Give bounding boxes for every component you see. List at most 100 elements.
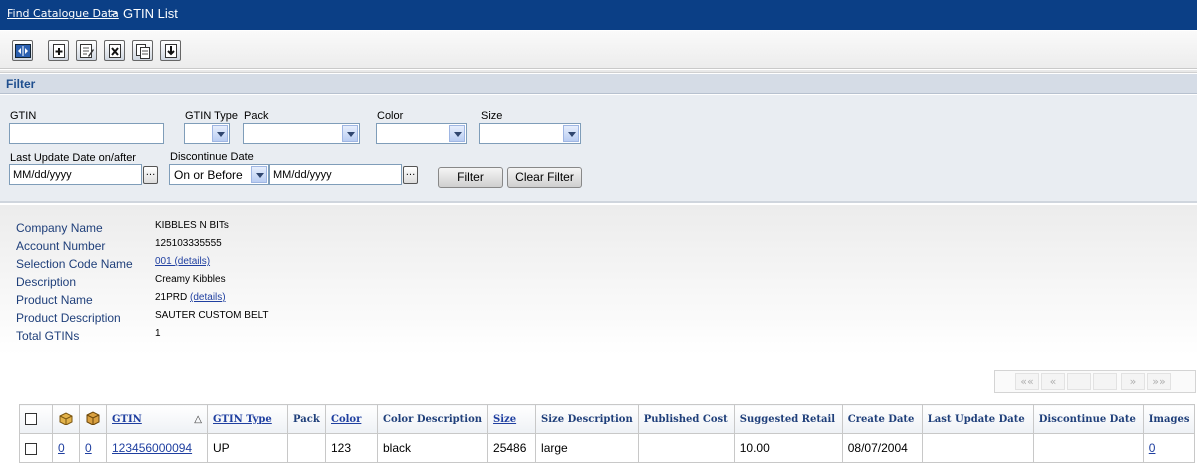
- color-cell: 123: [325, 433, 378, 463]
- edit-icon: [80, 44, 94, 58]
- create-date-cell: 08/07/2004: [841, 433, 923, 463]
- total-gtins-label: Total GTINs: [16, 329, 80, 343]
- selection-code-link[interactable]: 001 (details): [155, 256, 210, 267]
- pack-select[interactable]: [243, 123, 360, 144]
- export-icon: [165, 44, 177, 58]
- product-details-link[interactable]: (details): [190, 292, 226, 303]
- size-select[interactable]: [479, 123, 581, 144]
- chevron-down-icon: [251, 166, 267, 183]
- first-page-button[interactable]: ««: [1015, 373, 1039, 390]
- gtin-input[interactable]: [9, 123, 164, 144]
- packages-icon: [59, 411, 73, 426]
- breadcrumb-find-catalogue-link[interactable]: Find Catalogue Data: [7, 7, 119, 20]
- last-update-date-input[interactable]: [9, 164, 142, 185]
- package-icon: [86, 410, 100, 426]
- color-label: Color: [377, 110, 404, 122]
- sort-asc-icon: △: [194, 413, 202, 425]
- gtin-type-column-header[interactable]: GTIN Type: [213, 414, 272, 425]
- product-description-label: Product Description: [16, 311, 121, 325]
- last-update-date-cell: [921, 433, 1034, 463]
- pagination: «« « » »»: [994, 370, 1196, 393]
- copy-icon: [136, 44, 150, 59]
- last-update-date-picker-button[interactable]: ...: [143, 166, 158, 184]
- total-gtins-value: 1: [155, 328, 161, 339]
- edit-button[interactable]: [76, 40, 97, 61]
- delete-icon: [109, 44, 121, 58]
- next-page-button[interactable]: »: [1121, 373, 1145, 390]
- company-name-value: KIBBLES N BITs: [155, 220, 229, 231]
- account-number-value: 125103335555: [155, 238, 222, 249]
- last-update-date-column-header: Last Update Date: [921, 404, 1034, 434]
- selection-code-label: Selection Code Name: [16, 257, 133, 271]
- packages-header: [52, 404, 80, 434]
- toolbar-divider: [0, 70, 1197, 73]
- images-count-link[interactable]: 0: [1149, 441, 1156, 455]
- filter-title: Filter: [6, 77, 36, 91]
- suggested-retail-cell: 10.00: [733, 433, 843, 463]
- color-description-cell: black: [376, 433, 489, 463]
- toggle-panel-icon: [15, 44, 31, 58]
- gtin-type-select[interactable]: [184, 123, 230, 144]
- discontinue-date-label: Discontinue Date: [170, 151, 254, 163]
- select-all-header: [19, 404, 53, 434]
- pack-label: Pack: [244, 110, 269, 122]
- description-value: Creamy Kibbles: [155, 274, 226, 285]
- breadcrumb-separator: >: [110, 8, 119, 19]
- size-description-cell: large: [535, 433, 639, 463]
- gtin-type-label: GTIN Type: [185, 110, 238, 122]
- gtin-column-header[interactable]: GTIN: [112, 414, 142, 425]
- size-cell: 25486: [487, 433, 537, 463]
- account-number-label: Account Number: [16, 239, 106, 253]
- row-checkbox[interactable]: [25, 442, 37, 455]
- discontinue-date-cell: [1032, 433, 1144, 463]
- discontinue-date-picker-button[interactable]: ...: [403, 166, 418, 184]
- gtin-link[interactable]: 123456000094: [112, 441, 192, 455]
- product-description-value: SAUTER CUSTOM BELT: [155, 310, 269, 321]
- header-bar: Find Catalogue Data > GTIN List: [0, 0, 1197, 30]
- table-header-row: GTIN △ GTIN Type Pack Color Color Descri…: [19, 404, 1196, 434]
- package-header: [79, 404, 107, 434]
- gtin-label: GTIN: [10, 110, 37, 122]
- copy-button[interactable]: [132, 40, 153, 61]
- chevron-down-icon: [563, 125, 579, 142]
- page-slot: [1093, 373, 1117, 390]
- select-all-checkbox[interactable]: [25, 413, 37, 425]
- prev-page-button[interactable]: «: [1041, 373, 1065, 390]
- add-button[interactable]: [48, 40, 69, 61]
- delete-button[interactable]: [104, 40, 125, 61]
- chevron-down-icon: [212, 125, 228, 142]
- published-cost-cell: [637, 433, 735, 463]
- toolbar: [0, 31, 1197, 69]
- size-description-column-header: Size Description: [535, 404, 639, 434]
- color-column-header[interactable]: Color: [331, 414, 361, 425]
- gtin-table: GTIN △ GTIN Type Pack Color Color Descri…: [19, 404, 1196, 463]
- chevron-down-icon: [342, 125, 358, 142]
- clear-filter-button[interactable]: Clear Filter: [507, 167, 582, 188]
- last-page-button[interactable]: »»: [1147, 373, 1171, 390]
- published-cost-column-header: Published Cost: [637, 404, 735, 434]
- suggested-retail-column-header: Suggested Retail: [733, 404, 843, 434]
- packages-count-link[interactable]: 0: [58, 441, 65, 455]
- page-title: GTIN List: [123, 6, 178, 21]
- product-name-label: Product Name: [16, 293, 93, 307]
- company-name-label: Company Name: [16, 221, 103, 235]
- pack-column-header: Pack: [287, 404, 326, 434]
- product-name-value: 21PRD: [155, 292, 188, 303]
- toggle-panel-button[interactable]: [12, 40, 33, 61]
- description-label: Description: [16, 275, 77, 289]
- export-button[interactable]: [160, 40, 181, 61]
- discontinue-operator-select[interactable]: On or Before: [169, 164, 269, 185]
- size-label: Size: [481, 110, 503, 122]
- color-description-column-header: Color Description: [376, 404, 489, 434]
- discontinue-date-input[interactable]: [269, 164, 402, 185]
- table-row: 0 0 123456000094 UP 123 black 25486 larg…: [19, 433, 1196, 463]
- details-panel: Company Name KIBBLES N BITs Account Numb…: [0, 205, 1197, 355]
- filter-button[interactable]: Filter: [438, 167, 503, 188]
- chevron-down-icon: [449, 125, 465, 142]
- size-column-header[interactable]: Size: [493, 414, 516, 425]
- color-select[interactable]: [376, 123, 467, 144]
- images-column-header: Images: [1142, 404, 1196, 434]
- last-update-label: Last Update Date on/after: [10, 152, 136, 164]
- package-count-link[interactable]: 0: [85, 441, 92, 455]
- filter-header[interactable]: Filter: [0, 74, 1197, 94]
